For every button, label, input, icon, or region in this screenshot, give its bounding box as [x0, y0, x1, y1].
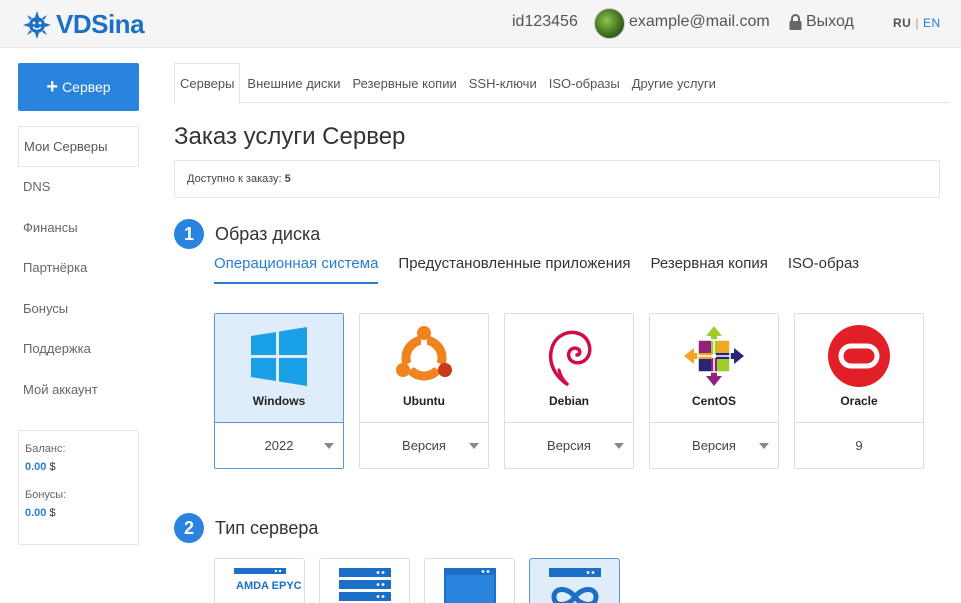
new-server-button[interactable]: + Сервер: [18, 63, 139, 111]
os-card-oracle[interactable]: Oracle 9: [794, 313, 924, 469]
chevron-down-icon: [759, 443, 769, 449]
os-version-value: 2022: [264, 438, 294, 453]
server-block-icon: [444, 568, 496, 603]
tab-ssh-keys[interactable]: SSH-ключи: [464, 63, 542, 103]
server-type-window[interactable]: [424, 558, 515, 603]
bonus-currency: $: [49, 507, 56, 519]
os-name: Oracle: [840, 394, 878, 408]
available-label: Доступно к заказу:: [187, 173, 282, 185]
amd-logo-text: AMDA EPYC: [236, 580, 302, 592]
logo[interactable]: VDSina: [22, 9, 145, 40]
sidebar-item-account[interactable]: Мой аккаунт: [18, 369, 139, 410]
os-version-value: Версия: [402, 438, 446, 453]
lock-icon: [789, 14, 802, 30]
lang-en[interactable]: EN: [923, 16, 941, 30]
lang-separator: |: [915, 16, 919, 30]
server-type-amd-epyc[interactable]: AMDA EPYC: [214, 558, 305, 603]
chevron-down-icon: [324, 443, 334, 449]
os-card-header: Debian: [505, 314, 633, 423]
step-title: Тип сервера: [215, 517, 319, 538]
server-type-standard[interactable]: [319, 558, 410, 603]
os-version-select[interactable]: Версия: [360, 423, 488, 468]
step-title: Образ диска: [215, 223, 321, 244]
os-name: Ubuntu: [403, 394, 445, 408]
balance-currency: $: [49, 461, 56, 473]
plus-icon: +: [46, 76, 59, 98]
server-type-unlimited[interactable]: [529, 558, 620, 603]
os-name: Debian: [548, 394, 589, 408]
new-server-label: Сервер: [62, 79, 111, 95]
user-id: id123456: [512, 13, 578, 30]
os-card-debian[interactable]: Debian Версия: [504, 313, 634, 469]
available-count: 5: [284, 173, 291, 185]
logo-text: VDSina: [56, 9, 145, 39]
os-card-header: Oracle: [795, 314, 923, 423]
centos-icon: [684, 326, 744, 386]
sidebar-item-support[interactable]: Поддержка: [18, 329, 139, 370]
os-card-header: Windows: [215, 314, 343, 423]
user-email[interactable]: example@mail.com: [629, 13, 770, 31]
tab-backup-copy[interactable]: Резервная копия: [651, 255, 768, 284]
os-name: CentOS: [691, 394, 736, 408]
service-tabs: Серверы Внешние диски Резервные копии SS…: [174, 63, 950, 104]
step-disk-image: 1 Образ диска: [174, 219, 320, 249]
os-version-value: Версия: [547, 438, 591, 453]
os-card-header: Ubuntu: [360, 314, 488, 423]
top-header: VDSina id123456 example@mail.com Выход R…: [0, 0, 961, 48]
tab-iso-images[interactable]: ISO-образы: [544, 63, 625, 103]
os-name: Windows: [252, 394, 306, 408]
tab-backups[interactable]: Резервные копии: [348, 63, 462, 103]
amd-epyc-server-icon: AMDA EPYC: [234, 568, 302, 592]
infinity-server-icon: [549, 568, 601, 603]
balance-amount[interactable]: 0.00: [25, 461, 46, 473]
sidebar-item-bonuses[interactable]: Бонусы: [18, 288, 139, 329]
tab-iso-image[interactable]: ISO-образ: [788, 255, 859, 284]
sidebar-item-finance[interactable]: Финансы: [18, 207, 139, 248]
step-number: 1: [174, 219, 204, 249]
chevron-down-icon: [469, 443, 479, 449]
ubuntu-icon: [396, 326, 452, 381]
tab-external-disks[interactable]: Внешние диски: [242, 63, 345, 103]
bonus-label: Бонусы:: [25, 489, 67, 501]
tab-preinstalled-apps[interactable]: Предустановленные приложения: [398, 255, 630, 284]
language-switcher: RU | EN: [893, 16, 941, 30]
tab-operating-system[interactable]: Операционная система: [214, 255, 379, 284]
os-version-select[interactable]: 2022: [215, 423, 343, 468]
os-card-ubuntu[interactable]: Ubuntu Версия: [359, 313, 489, 469]
chevron-down-icon: [614, 443, 624, 449]
os-card-centos[interactable]: CentOS Версия: [649, 313, 779, 469]
os-card-header: CentOS: [650, 314, 778, 423]
balance-panel: Баланс: 0.00 $ Бонусы: 0.00 $: [18, 430, 139, 545]
os-version-value: Версия: [692, 438, 736, 453]
available-info: Доступно к заказу: 5: [174, 160, 940, 198]
image-type-tabs: Операционная система Предустановленные п…: [214, 255, 879, 284]
sidebar-item-dns[interactable]: DNS: [18, 167, 139, 208]
windows-icon: [251, 327, 307, 386]
balance-label: Баланс:: [25, 443, 66, 455]
sidebar-item-partners[interactable]: Партнёрка: [18, 248, 139, 289]
sidebar-nav: Мои Серверы DNS Финансы Партнёрка Бонусы…: [18, 126, 139, 410]
tab-other-services[interactable]: Другие услуги: [627, 63, 721, 103]
sidebar-item-my-servers[interactable]: Мои Серверы: [18, 126, 139, 167]
os-version-value: 9: [855, 438, 863, 453]
os-card-windows[interactable]: Windows 2022: [214, 313, 344, 469]
avatar[interactable]: [594, 8, 625, 39]
page-title: Заказ услуги Сервер: [174, 123, 406, 150]
logo-sun-icon: [23, 10, 51, 39]
logout-label: Выход: [806, 13, 854, 30]
oracle-icon: [828, 325, 890, 387]
os-version-select[interactable]: Версия: [650, 423, 778, 468]
os-version-select[interactable]: Версия: [505, 423, 633, 468]
os-version-display: 9: [795, 423, 923, 468]
bonus-amount[interactable]: 0.00: [25, 507, 46, 519]
step-number: 2: [174, 513, 204, 543]
lang-ru[interactable]: RU: [893, 16, 911, 30]
bonus-value: 0.00 $: [25, 507, 132, 519]
tab-servers[interactable]: Серверы: [174, 63, 241, 104]
step-server-type: 2 Тип сервера: [174, 513, 318, 543]
balance-value: 0.00 $: [25, 461, 132, 473]
server-rack-icon: [339, 568, 391, 601]
debian-swirl-icon: [548, 330, 592, 386]
logout-link[interactable]: Выход: [789, 13, 854, 31]
